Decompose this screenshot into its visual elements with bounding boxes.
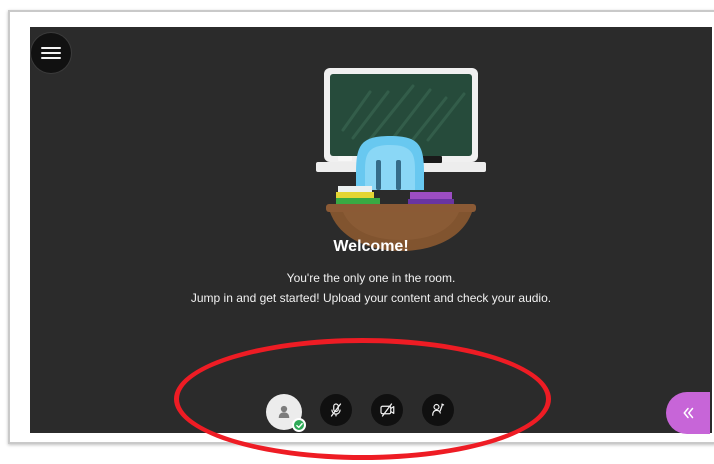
collaborate-panel-toggle[interactable] xyxy=(666,392,710,434)
hamburger-menu-icon xyxy=(41,45,61,61)
classroom-illustration xyxy=(316,68,486,251)
avatar-button[interactable] xyxy=(266,394,306,432)
connected-status-badge xyxy=(292,418,306,432)
camera-off-icon xyxy=(380,403,395,417)
session-controls xyxy=(266,394,474,433)
page: Welcome! You're the only one in the room… xyxy=(0,0,714,464)
raise-hand-icon xyxy=(432,403,445,416)
user-avatar-icon xyxy=(278,405,290,418)
collaborate-room: Welcome! You're the only one in the room… xyxy=(30,27,712,433)
double-chevron-left-icon xyxy=(683,407,694,419)
microphone-toggle-button[interactable] xyxy=(320,394,352,426)
microphone-off-icon xyxy=(330,403,342,417)
welcome-title: Welcome! xyxy=(333,238,409,255)
checkmark-icon xyxy=(295,422,303,428)
welcome-message-line-1: You're the only one in the room. xyxy=(286,271,456,285)
welcome-message-line-2: Jump in and get started! Upload your con… xyxy=(190,291,552,305)
raise-hand-button[interactable] xyxy=(422,394,454,426)
camera-toggle-button[interactable] xyxy=(371,394,403,426)
menu-button[interactable] xyxy=(31,33,71,73)
